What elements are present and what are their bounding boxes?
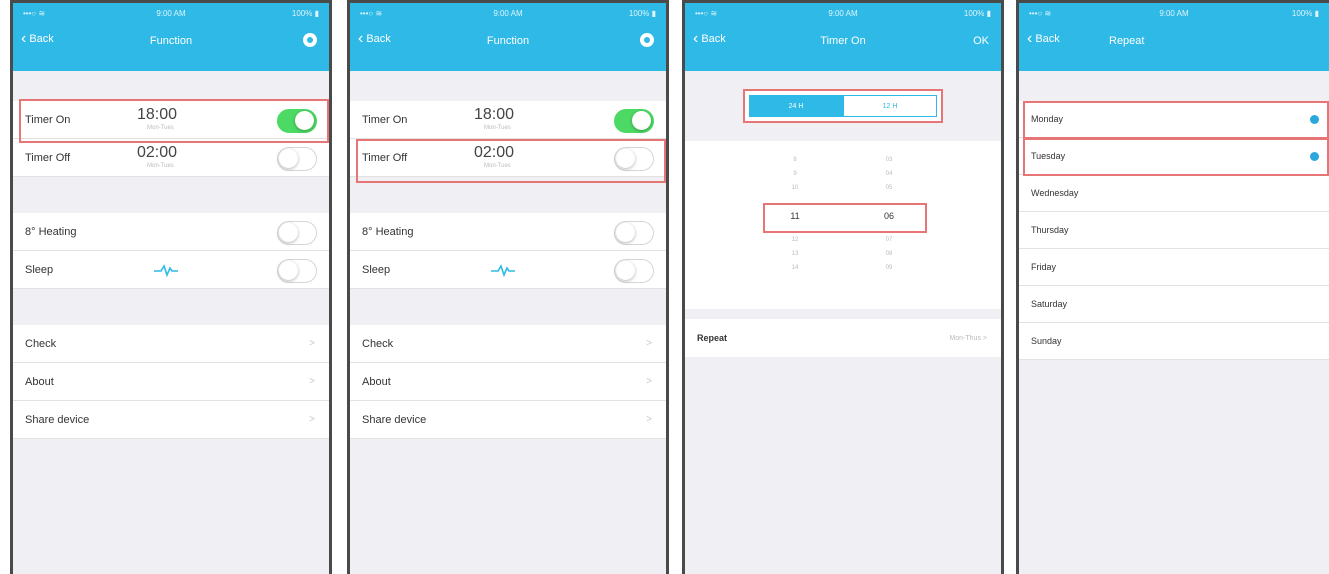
timer-off-time: 02:00 (137, 144, 178, 161)
menu-item-check[interactable]: Check > (350, 325, 666, 363)
chevron-right-icon: > (646, 376, 652, 387)
page-title: Timer On (820, 35, 866, 47)
chevron-right-icon: > (309, 338, 315, 349)
menu-group: Check > About > Share device > (13, 325, 329, 439)
day-row-saturday[interactable]: Saturday (1019, 286, 1329, 323)
menu-item-about[interactable]: About > (13, 363, 329, 401)
page-title: Repeat (1109, 35, 1145, 47)
highlight-box (1023, 138, 1329, 176)
hour-option[interactable]: 9 (785, 171, 805, 177)
format-12h-option[interactable]: 12 H (843, 95, 937, 117)
time-format-segment: 24 H 12 H (743, 89, 943, 123)
page-title: Function (486, 35, 530, 47)
heating-toggle[interactable] (614, 221, 654, 245)
day-row-wednesday[interactable]: Wednesday (1019, 175, 1329, 212)
nav-bar: •••○ ≋ 9:00 AM 100% ▮ ‹ Back Function (350, 3, 666, 71)
chevron-right-icon: > (646, 338, 652, 349)
heating-toggle[interactable] (277, 221, 317, 245)
day-row-thursday[interactable]: Thursday (1019, 212, 1329, 249)
menu-item-share-device[interactable]: Share device > (350, 401, 666, 439)
menu-item-share-device[interactable]: Share device > (13, 401, 329, 439)
page-title: Function (149, 35, 193, 47)
highlight-box (1023, 101, 1329, 139)
minute-option[interactable]: 03 (879, 157, 899, 163)
mode-group: 8° Heating Sleep (350, 213, 666, 289)
highlight-box (19, 99, 329, 143)
battery-icon: 100% ▮ (1291, 9, 1319, 18)
timer-on-row[interactable]: Timer On 18:00 Mon-Tues (350, 101, 666, 139)
mode-group: 8° Heating Sleep (13, 213, 329, 289)
ok-button[interactable]: OK (973, 35, 989, 47)
minute-option[interactable]: 07 (879, 237, 899, 243)
hour-option[interactable]: 12 (785, 237, 805, 243)
back-button[interactable]: ‹ Back (1027, 30, 1060, 47)
hour-option[interactable]: 10 (785, 185, 805, 191)
status-time: 9:00 AM (828, 9, 858, 18)
repeat-value: Mon-Thus > (949, 334, 987, 342)
gear-icon[interactable] (303, 33, 317, 47)
minute-option[interactable]: 09 (879, 265, 899, 271)
sleep-row[interactable]: Sleep (350, 251, 666, 289)
highlight-box (356, 139, 666, 183)
chevron-right-icon: > (982, 334, 987, 342)
hour-option[interactable]: 8 (785, 157, 805, 163)
day-row-friday[interactable]: Friday (1019, 249, 1329, 286)
status-bar: •••○ ≋ 9:00 AM 100% ▮ (13, 3, 329, 25)
menu-item-about[interactable]: About > (350, 363, 666, 401)
selected-time-box (763, 203, 927, 233)
repeat-row[interactable]: Repeat Mon-Thus > (685, 319, 1001, 357)
sleep-toggle[interactable] (614, 259, 654, 283)
chevron-right-icon: > (309, 376, 315, 387)
sleep-wave-icon (491, 264, 515, 278)
gear-icon[interactable] (640, 33, 654, 47)
hour-option[interactable]: 14 (785, 265, 805, 271)
phone-function-timer-on: •••○ ≋ 9:00 AM 100% ▮ ‹ Back Function Tim… (10, 0, 332, 574)
battery-icon: 100% ▮ (963, 9, 991, 18)
battery-icon: 100% ▮ (291, 9, 319, 18)
chevron-right-icon: > (646, 414, 652, 425)
status-bar: •••○ ≋ 9:00 AM 100% ▮ (350, 3, 666, 25)
status-bar: •••○ ≋ 9:00 AM 100% ▮ (1019, 3, 1329, 25)
timer-off-toggle[interactable] (277, 147, 317, 171)
timer-on-time: 18:00 (474, 106, 515, 123)
battery-icon: 100% ▮ (628, 9, 656, 18)
minute-option[interactable]: 04 (879, 171, 899, 177)
sleep-wave-icon (154, 264, 178, 278)
phone-function-timer-off: •••○ ≋ 9:00 AM 100% ▮ ‹ Back Function Tim… (347, 0, 669, 574)
minute-option[interactable]: 08 (879, 251, 899, 257)
sleep-row[interactable]: Sleep (13, 251, 329, 289)
format-24h-option[interactable]: 24 H (749, 95, 843, 117)
status-time: 9:00 AM (493, 9, 523, 18)
heating-row[interactable]: 8° Heating (350, 213, 666, 251)
chevron-left-icon: ‹ (1027, 30, 1033, 47)
day-row-sunday[interactable]: Sunday (1019, 323, 1329, 360)
timer-on-toggle[interactable] (614, 109, 654, 133)
status-time: 9:00 AM (156, 9, 186, 18)
phone-repeat: •••○ ≋ 9:00 AM 100% ▮ ‹ Back Repeat Monda… (1016, 0, 1329, 574)
menu-item-check[interactable]: Check > (13, 325, 329, 363)
chevron-right-icon: > (309, 414, 315, 425)
menu-group: Check > About > Share device > (350, 325, 666, 439)
hour-option[interactable]: 13 (785, 251, 805, 257)
heating-row[interactable]: 8° Heating (13, 213, 329, 251)
status-time: 9:00 AM (1159, 9, 1189, 18)
timer-off-row[interactable]: Timer Off 02:00 Mon-Tues (13, 139, 329, 177)
nav-bar: •••○ ≋ 9:00 AM 100% ▮ ‹ Back Function (13, 3, 329, 71)
status-bar: •••○ ≋ 9:00 AM 100% ▮ (685, 3, 1001, 25)
minute-option[interactable]: 05 (879, 185, 899, 191)
sleep-toggle[interactable] (277, 259, 317, 283)
nav-bar: •••○ ≋ 9:00 AM 100% ▮ ‹ Back Repeat (1019, 3, 1329, 71)
phone-timer-on-picker: •••○ ≋ 9:00 AM 100% ▮ ‹ Back Timer On OK … (682, 0, 1004, 574)
nav-bar: •••○ ≋ 9:00 AM 100% ▮ ‹ Back Timer On OK (685, 3, 1001, 71)
